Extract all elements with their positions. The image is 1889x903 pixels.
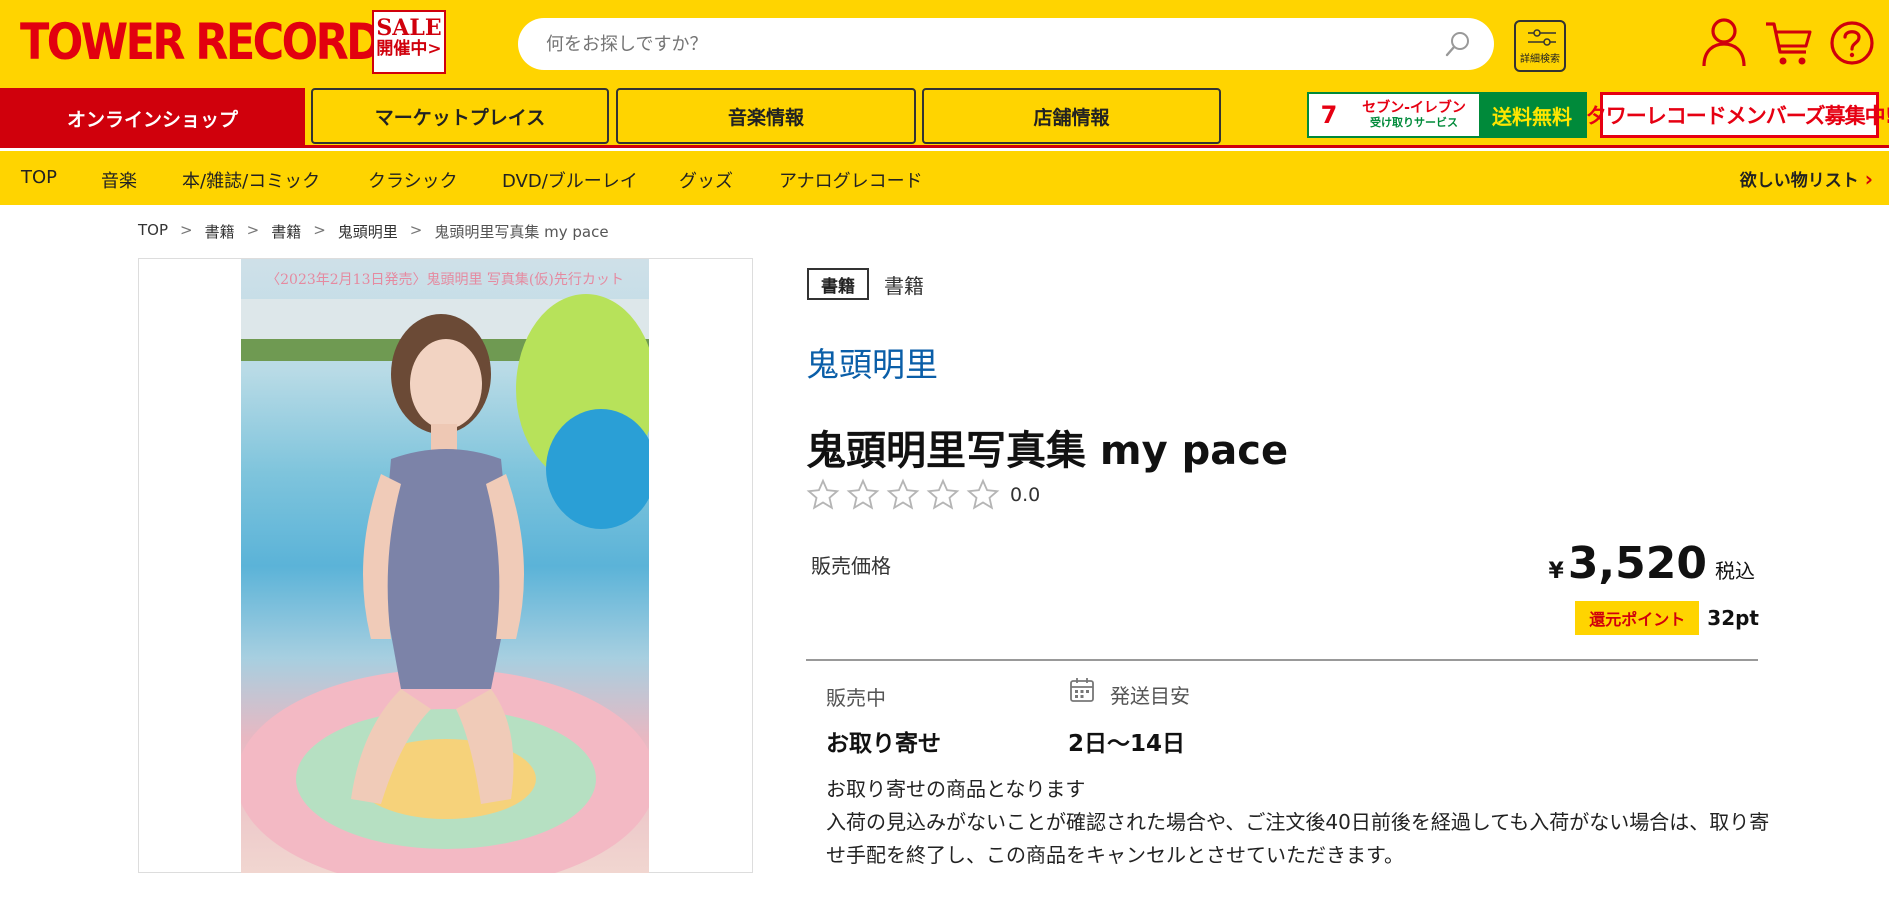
product-title: 鬼頭明里写真集 my pace: [806, 428, 1289, 474]
points-value: 32pt: [1707, 606, 1759, 630]
star-empty-icon: [846, 478, 880, 510]
rating-stars[interactable]: 0.0: [806, 478, 1040, 512]
pickup-service-label: 受け取りサービス: [1370, 115, 1458, 129]
search-bar: [518, 18, 1494, 70]
category-books[interactable]: 本/雑誌/コミック: [182, 167, 320, 193]
sale-label: SALE: [376, 15, 442, 41]
tab-store-info[interactable]: 店舗情報: [922, 88, 1221, 144]
breadcrumb-separator: >: [246, 221, 260, 239]
reward-points: 還元ポイント 32pt: [1575, 601, 1759, 635]
category-top[interactable]: TOP: [21, 167, 57, 188]
star-empty-icon: [926, 478, 960, 510]
seven-eleven-logo: 7: [1320, 101, 1338, 129]
photo-illustration: [241, 294, 649, 873]
category-classical[interactable]: クラシック: [368, 167, 458, 193]
tax-label: 税込: [1715, 559, 1755, 583]
breadcrumb-separator: >: [313, 221, 326, 239]
category-nav: TOP 音楽 本/雑誌/コミック クラシック DVD/ブルーレイ グッズ アナロ…: [0, 151, 1889, 205]
breadcrumb-separator: >: [180, 221, 193, 239]
product-image[interactable]: 〈2023年2月13日発売〉鬼頭明里 写真集(仮)先行カット: [241, 259, 649, 873]
wishlist-label: 欲しい物リスト: [1739, 171, 1859, 191]
breadcrumb-top[interactable]: TOP: [138, 221, 168, 242]
category-music[interactable]: 音楽: [101, 167, 137, 193]
sale-banner[interactable]: SALE 開催中>: [372, 10, 446, 74]
rating-value: 0.0: [1010, 484, 1041, 506]
tab-music-info[interactable]: 音楽情報: [616, 88, 916, 144]
tab-marketplace[interactable]: マーケットプレイス: [311, 88, 609, 144]
breadcrumb-books-sub[interactable]: 書籍: [271, 221, 301, 242]
seven-eleven-pickup-banner[interactable]: 7 セブン-イレブン 受け取りサービス 送料無料: [1307, 92, 1587, 138]
search-input[interactable]: [546, 33, 1426, 55]
cart-icon[interactable]: [1764, 16, 1812, 68]
currency-symbol: ¥: [1548, 559, 1564, 584]
sales-status-value: お取り寄せ: [826, 731, 941, 757]
sales-status-label: 販売中: [826, 686, 886, 710]
tab-online-shop[interactable]: オンラインショップ: [0, 88, 305, 148]
category-dvd-bluray[interactable]: DVD/ブルーレイ: [502, 167, 638, 193]
header: TOWER RECORDS SALE 開催中> 詳細検索: [0, 0, 1889, 88]
shipping-estimate-value: 2日〜14日: [1068, 731, 1186, 757]
breadcrumb-books[interactable]: 書籍: [205, 221, 235, 242]
divider: [806, 659, 1758, 661]
category-text: 書籍: [884, 274, 924, 298]
user-icon[interactable]: [1700, 16, 1748, 68]
category-tag: 書籍: [807, 268, 869, 300]
shipping-estimate-label: 発送目安: [1110, 684, 1190, 708]
price-amount: 3,520: [1567, 538, 1707, 589]
wishlist-link[interactable]: 欲しい物リスト ›: [1740, 166, 1873, 191]
free-shipping-label: 送料無料: [1479, 94, 1585, 136]
order-note-title: お取り寄せの商品となります: [826, 777, 1086, 801]
main-tabs: オンラインショップ マーケットプレイス 音楽情報 店舗情報 7 セブン-イレブン…: [0, 88, 1889, 148]
category-goods[interactable]: グッズ: [679, 167, 733, 193]
star-empty-icon: [966, 478, 1000, 510]
filter-sliders-icon: [1528, 29, 1556, 46]
sale-sub-label: 開催中>: [376, 39, 442, 60]
category-analog-records[interactable]: アナログレコード: [779, 167, 923, 193]
price: ¥ 3,520 税込: [1549, 538, 1756, 589]
search-icon[interactable]: [1444, 30, 1472, 58]
points-badge: 還元ポイント: [1575, 601, 1700, 635]
calendar-icon: [1070, 678, 1094, 702]
advanced-search-button[interactable]: 詳細検索: [1514, 20, 1566, 72]
artist-link[interactable]: 鬼頭明里: [806, 338, 938, 386]
help-icon[interactable]: [1828, 16, 1876, 68]
advanced-search-label: 詳細検索: [1520, 54, 1560, 65]
members-recruit-banner[interactable]: タワーレコードメンバーズ募集中!: [1586, 92, 1889, 138]
breadcrumb-separator: >: [409, 221, 423, 239]
breadcrumb-current: 鬼頭明里写真集 my pace: [434, 223, 609, 241]
price-label: 販売価格: [811, 554, 891, 578]
star-empty-icon: [806, 478, 840, 510]
chevron-right-icon: ›: [1864, 167, 1873, 191]
breadcrumb-artist[interactable]: 鬼頭明里: [338, 221, 398, 242]
breadcrumb: TOP > 書籍 > 書籍 > 鬼頭明里 > 鬼頭明里写真集 my pace: [138, 221, 609, 242]
tower-records-logo[interactable]: TOWER RECORDS: [20, 10, 410, 74]
star-empty-icon: [886, 478, 920, 510]
order-note-body: 入荷の見込みがないことが確認された場合や、ご注文後40日前後を経過しても入荷がな…: [826, 810, 1770, 867]
seven-eleven-label: セブン-イレブン: [1362, 100, 1466, 117]
